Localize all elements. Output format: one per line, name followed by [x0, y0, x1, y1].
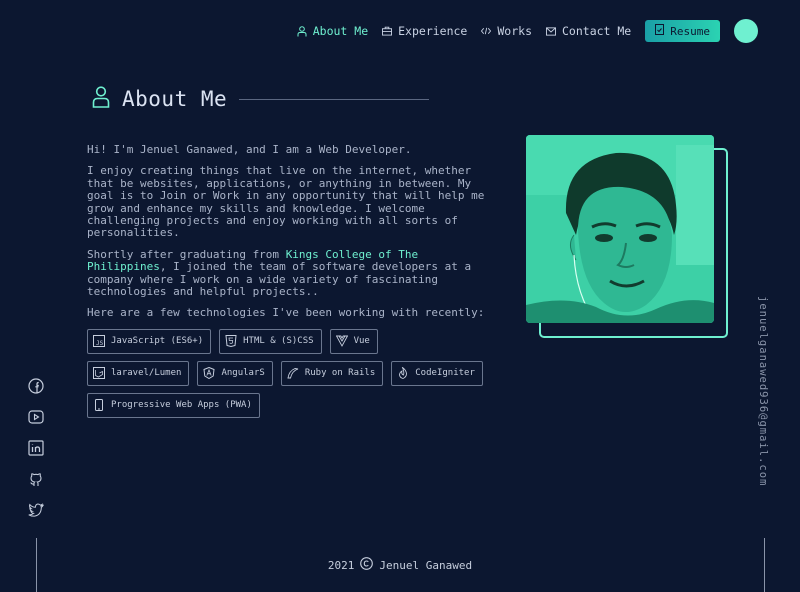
vue-icon: [335, 335, 348, 348]
mail-icon: [546, 26, 556, 36]
email-link[interactable]: jenuelganawed936@gmail.com: [757, 296, 769, 486]
pwa-icon: [93, 399, 105, 412]
tech-pwa: Progressive Web Apps (PWA): [87, 392, 260, 418]
nav-about-me-label: About Me: [312, 24, 369, 38]
nav-about-me[interactable]: About Me: [297, 20, 368, 42]
youtube-icon[interactable]: [27, 408, 45, 426]
nav-works[interactable]: Works: [481, 20, 532, 42]
tech-label: CodeIgniter: [415, 368, 475, 379]
about-paragraph-3: Shortly after graduating from Kings Coll…: [87, 247, 497, 299]
codeigniter-icon: [397, 367, 409, 380]
svg-text:JS: JS: [96, 340, 104, 347]
tech-label: HTML & (S)CSS: [243, 336, 314, 347]
tech-label: AngularS: [221, 368, 265, 379]
document-icon: [655, 24, 665, 38]
javascript-icon: JS: [93, 335, 105, 348]
rails-icon: [287, 367, 299, 379]
angular-icon: [203, 367, 215, 380]
nav-experience-label: Experience: [398, 24, 468, 38]
github-icon[interactable]: [27, 470, 45, 488]
tech-label: Progressive Web Apps (PWA): [111, 400, 252, 411]
copyright-icon: [360, 557, 374, 573]
section-heading: About Me: [92, 86, 430, 112]
about-paragraph-2: I enjoy creating things that live on the…: [87, 164, 485, 240]
tech-label: Ruby on Rails: [304, 368, 376, 379]
social-links: [27, 377, 45, 519]
tech-angular: AngularS: [197, 360, 273, 386]
code-icon: [481, 26, 492, 36]
nav-contact-me[interactable]: Contact Me: [546, 20, 631, 42]
tech-javascript: JS JavaScript (ES6+): [87, 328, 212, 354]
twitter-icon[interactable]: [27, 501, 45, 519]
laravel-icon: [93, 367, 105, 380]
nav-contact-me-label: Contact Me: [562, 24, 632, 38]
page-title: About Me: [122, 87, 228, 111]
technology-list: JS JavaScript (ES6+) HTML & (S)CSS Vue l…: [87, 328, 487, 418]
footer: 2021 Jenuel Ganawed: [0, 557, 800, 573]
theme-toggle[interactable]: [734, 19, 758, 43]
tech-label: JavaScript (ES6+): [111, 336, 204, 347]
user-icon: [297, 25, 307, 36]
tech-label: Vue: [353, 336, 370, 347]
tech-label: laravel/Lumen: [111, 368, 182, 379]
about-paragraph-4: Here are a few technologies I've been wo…: [87, 306, 485, 320]
briefcase-icon: [382, 26, 393, 36]
about-content: Hi! I'm Jenuel Ganawed, and I am a Web D…: [87, 143, 497, 418]
top-nav: About Me Experience Works Contact Me Res…: [283, 19, 758, 43]
facebook-icon[interactable]: [27, 377, 45, 395]
tech-ruby-on-rails: Ruby on Rails: [280, 360, 384, 386]
nav-works-label: Works: [497, 24, 532, 38]
footer-name: Jenuel Ganawed: [379, 558, 473, 572]
tech-laravel: laravel/Lumen: [87, 360, 190, 386]
tech-html-css: HTML & (S)CSS: [219, 328, 322, 354]
about-intro: Hi! I'm Jenuel Ganawed, and I am a Web D…: [87, 143, 412, 156]
heading-divider: [239, 98, 430, 100]
html5-icon: [225, 335, 237, 348]
about-p3-before: Shortly after graduating from: [87, 247, 286, 261]
resume-button[interactable]: Resume: [645, 20, 720, 42]
nav-experience[interactable]: Experience: [382, 20, 467, 42]
tech-codeigniter: CodeIgniter: [391, 360, 483, 386]
user-icon: [92, 86, 110, 112]
linkedin-icon[interactable]: [27, 439, 45, 457]
profile-photo: [526, 135, 714, 323]
resume-label: Resume: [670, 24, 710, 38]
tech-vue: Vue: [329, 328, 378, 354]
footer-year: 2021: [327, 558, 355, 572]
